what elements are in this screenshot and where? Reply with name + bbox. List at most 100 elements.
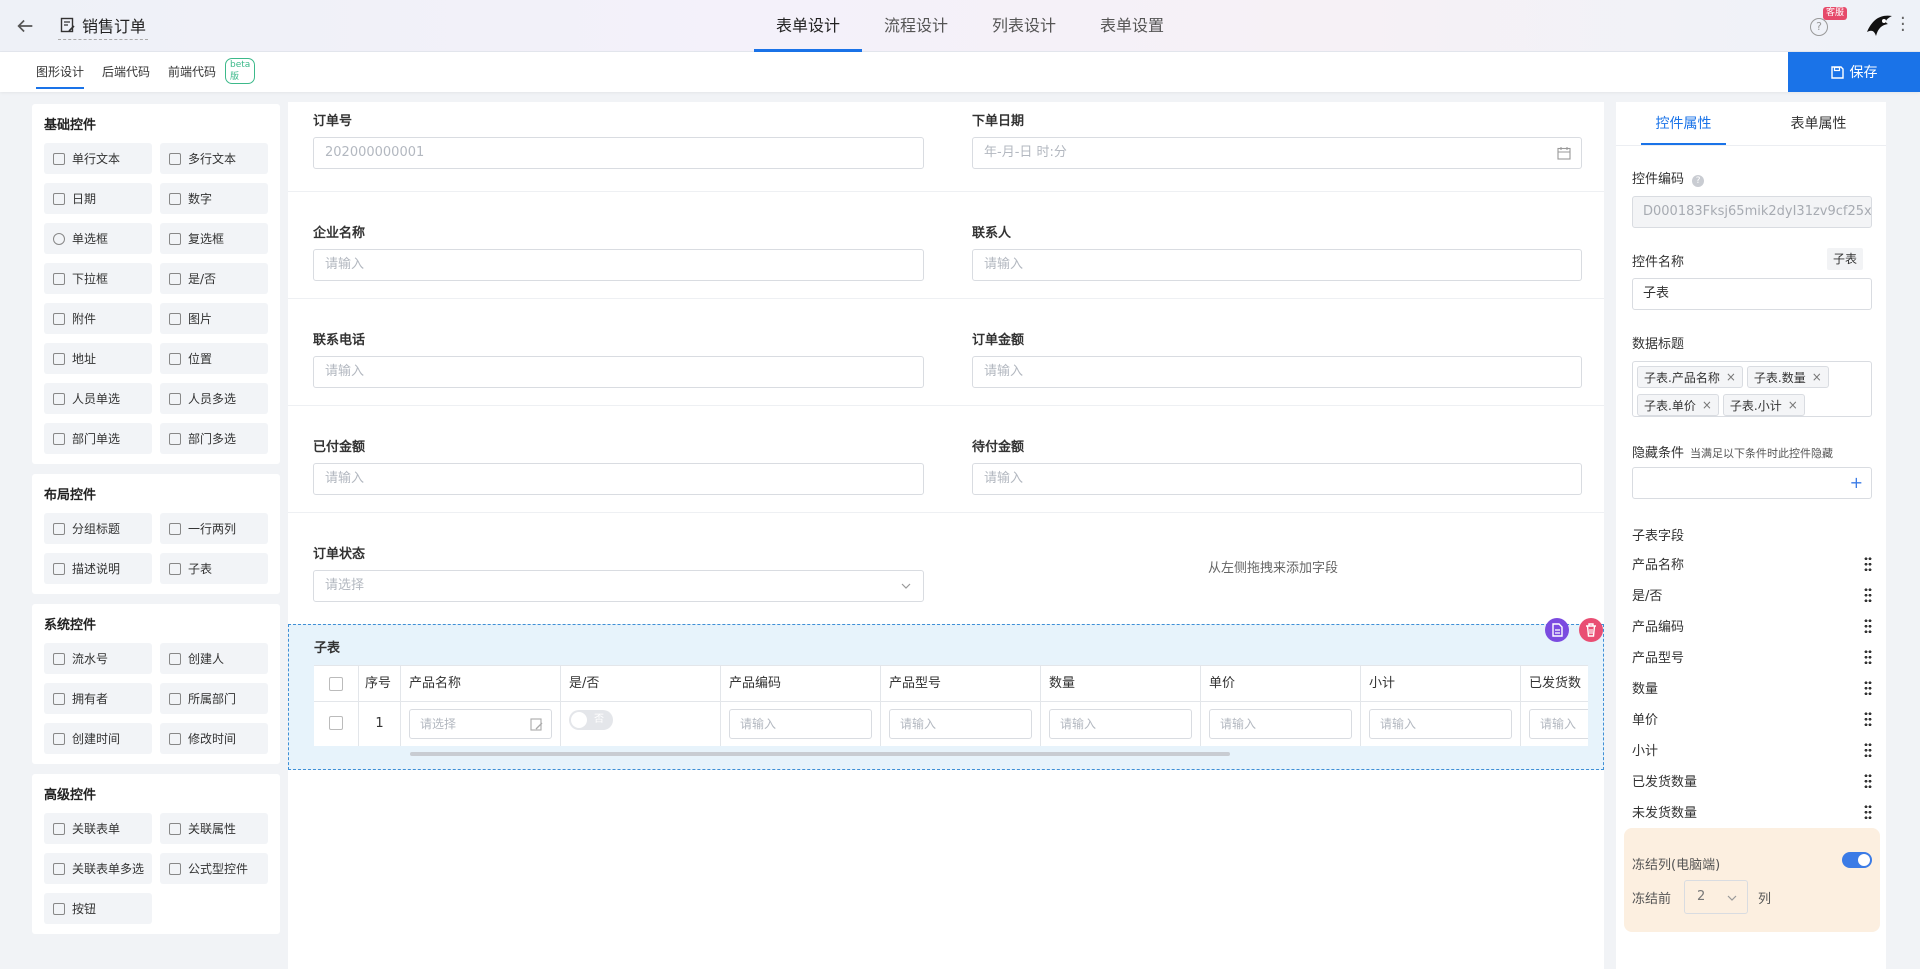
customer-service-badge[interactable]: 客服 [1823, 7, 1848, 20]
palette-item[interactable]: 分组标题 [44, 513, 152, 544]
row-checkbox[interactable] [329, 716, 343, 730]
amount-input[interactable]: 请输入 [972, 356, 1582, 388]
palette-item[interactable]: 流水号 [44, 643, 152, 674]
tab-control-properties[interactable]: 控件属性 [1616, 102, 1751, 145]
subtable-field-row[interactable]: 是/否 [1632, 579, 1872, 610]
freeze-toggle[interactable] [1842, 852, 1872, 868]
palette-item[interactable]: 创建人 [160, 643, 268, 674]
palette-item[interactable]: 位置 [160, 343, 268, 374]
yes-no-toggle[interactable]: 否 [569, 710, 613, 730]
palette-item[interactable]: 所属部门 [160, 683, 268, 714]
delete-icon[interactable] [1579, 618, 1603, 642]
tab-form-design[interactable]: 表单设计 [754, 0, 863, 52]
phone-input[interactable]: 请输入 [313, 356, 924, 388]
palette-item[interactable]: 单行文本 [44, 143, 152, 174]
tag-close-icon[interactable]: × [1702, 398, 1712, 412]
palette-item[interactable]: 日期 [44, 183, 152, 214]
palette-item[interactable]: 复选框 [160, 223, 268, 254]
copy-icon[interactable] [1545, 618, 1569, 642]
palette-item[interactable]: 图片 [160, 303, 268, 334]
palette-item[interactable]: 拥有者 [44, 683, 152, 714]
tab-form-properties[interactable]: 表单属性 [1751, 102, 1886, 145]
subtable-field-row[interactable]: 产品名称 [1632, 548, 1872, 579]
drag-handle-icon[interactable] [1864, 586, 1872, 603]
paid-input[interactable]: 请输入 [313, 463, 924, 495]
avatar[interactable] [1864, 10, 1894, 40]
palette-item[interactable]: 数字 [160, 183, 268, 214]
tag-close-icon[interactable]: × [1812, 370, 1822, 384]
tab-backend-code[interactable]: 后端代码 [102, 52, 150, 92]
subtable-field-row[interactable]: 已发货数量 [1632, 765, 1872, 796]
subtable-field-row[interactable]: 小计 [1632, 734, 1872, 765]
palette-item[interactable]: 单选框 [44, 223, 152, 254]
subtable-block[interactable]: 子表 序号 产品名称 是/否 产品编码 产品型号 数量 单价 小计 已发货数 1… [288, 618, 1604, 770]
more-menu-icon[interactable]: · · · [1900, 10, 1906, 40]
drag-handle-icon[interactable] [1864, 679, 1872, 696]
quantity-input[interactable]: 请输入 [1049, 709, 1192, 739]
palette-item[interactable]: 修改时间 [160, 723, 268, 754]
tab-frontend-code[interactable]: 前端代码 beta版 [168, 52, 256, 92]
product-name-select[interactable]: 请选择 [409, 709, 552, 739]
palette-item-label: 公式型控件 [188, 862, 249, 876]
select-all-checkbox[interactable] [329, 677, 343, 691]
tab-process-design[interactable]: 流程设计 [862, 0, 970, 52]
drag-handle-icon[interactable] [1864, 555, 1872, 572]
subtable-field-row[interactable]: 产品编码 [1632, 610, 1872, 641]
drag-handle-icon[interactable] [1864, 648, 1872, 665]
palette-item[interactable]: 关联表单 [44, 813, 152, 844]
palette-item[interactable]: 人员多选 [160, 383, 268, 414]
shipped-input[interactable]: 请输入 [1529, 709, 1588, 739]
palette-item-label: 按钮 [72, 902, 97, 916]
order-date-input[interactable]: 年-月-日 时:分 [972, 137, 1582, 169]
status-select[interactable]: 请选择 [313, 570, 924, 602]
subtable-field-row[interactable]: 数量 [1632, 672, 1872, 703]
company-input[interactable]: 请输入 [313, 249, 924, 281]
tab-graphic-design[interactable]: 图形设计 [36, 52, 85, 92]
tab-list-design[interactable]: 列表设计 [970, 0, 1078, 52]
palette-item[interactable]: 是/否 [160, 263, 268, 294]
drag-handle-icon[interactable] [1864, 803, 1872, 820]
tag-close-icon[interactable]: × [1788, 398, 1798, 412]
subtable-field-row[interactable]: 未发货数量 [1632, 796, 1872, 827]
palette-item[interactable]: 部门多选 [160, 423, 268, 454]
freeze-count-select[interactable]: 2 [1684, 880, 1748, 914]
palette-item[interactable]: 创建时间 [44, 723, 152, 754]
add-condition-icon[interactable]: + [1850, 468, 1863, 498]
hide-condition-input[interactable]: + [1632, 467, 1872, 499]
palette-item[interactable]: 一行两列 [160, 513, 268, 544]
palette-item[interactable]: 公式型控件 [160, 853, 268, 884]
price-input[interactable]: 请输入 [1209, 709, 1352, 739]
subtable-field-row[interactable]: 产品型号 [1632, 641, 1872, 672]
tab-form-settings[interactable]: 表单设置 [1078, 0, 1186, 52]
horizontal-scrollbar[interactable] [410, 752, 1230, 756]
subtable-field-row[interactable]: 单价 [1632, 703, 1872, 734]
back-arrow-icon[interactable] [14, 15, 36, 37]
due-input[interactable]: 请输入 [972, 463, 1582, 495]
palette-item[interactable]: 下拉框 [44, 263, 152, 294]
palette-item[interactable]: 多行文本 [160, 143, 268, 174]
palette-item[interactable]: 地址 [44, 343, 152, 374]
drag-handle-icon[interactable] [1864, 741, 1872, 758]
drag-handle-icon[interactable] [1864, 772, 1872, 789]
product-model-input[interactable]: 请输入 [889, 709, 1032, 739]
palette-item[interactable]: 子表 [160, 553, 268, 584]
help-icon[interactable]: ? [1810, 18, 1828, 36]
palette-item[interactable]: 附件 [44, 303, 152, 334]
save-button[interactable]: 保存 [1788, 52, 1920, 92]
tag-close-icon[interactable]: × [1726, 370, 1736, 384]
palette-item[interactable]: 部门单选 [44, 423, 152, 454]
palette-item[interactable]: 描述说明 [44, 553, 152, 584]
drag-handle-icon[interactable] [1864, 617, 1872, 634]
palette-item[interactable]: 按钮 [44, 893, 152, 924]
drag-handle-icon[interactable] [1864, 710, 1872, 727]
palette-item[interactable]: 关联属性 [160, 813, 268, 844]
palette-item[interactable]: 人员单选 [44, 383, 152, 414]
form-title[interactable]: 销售订单 [58, 10, 149, 40]
data-title-tags[interactable]: 子表.产品名称 × 子表.数量 × 子表.单价 × 子表.小计 × [1632, 361, 1872, 417]
product-code-input[interactable]: 请输入 [729, 709, 872, 739]
subtotal-input[interactable]: 请输入 [1369, 709, 1512, 739]
control-name-input[interactable]: 子表 [1632, 278, 1872, 310]
contact-input[interactable]: 请输入 [972, 249, 1582, 281]
order-no-input[interactable]: 202000000001 [313, 137, 924, 169]
palette-item[interactable]: 关联表单多选 [44, 853, 152, 884]
